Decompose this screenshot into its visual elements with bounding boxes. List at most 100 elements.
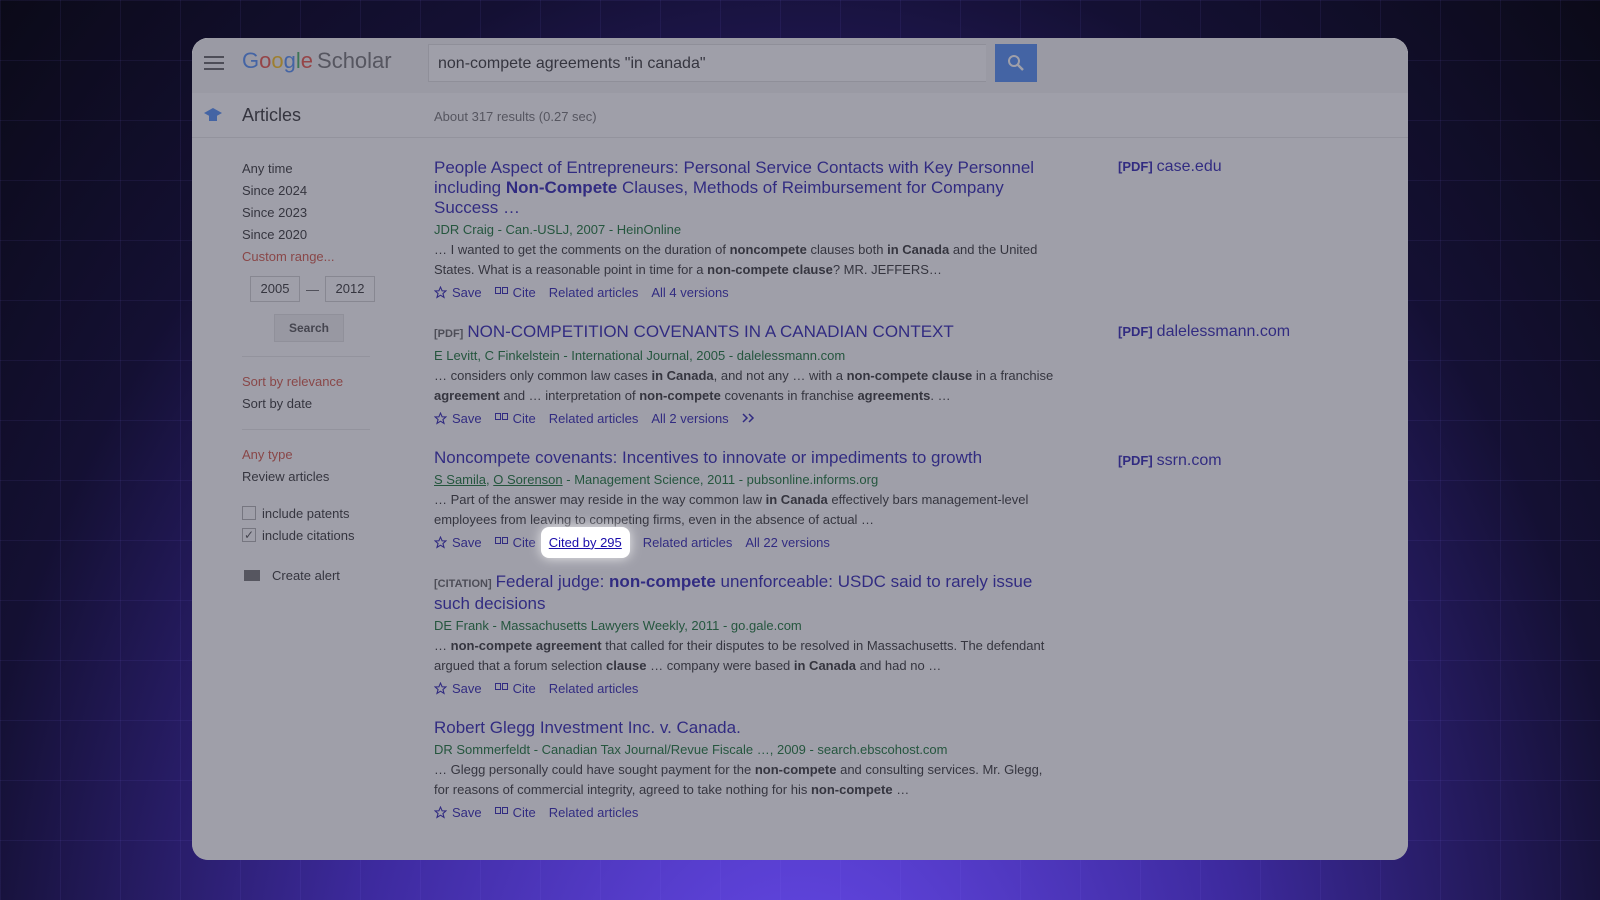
save-button[interactable]: Save	[434, 285, 482, 300]
cite-label: Cite	[512, 804, 536, 820]
sort-by-date[interactable]: Sort by date	[242, 393, 382, 415]
snippet-bold: non-compete	[639, 388, 721, 403]
year-from-input[interactable]: 2005	[250, 276, 300, 302]
side-pdf-link[interactable]: [PDF] case.edu	[1118, 158, 1222, 176]
hamburger-menu-icon[interactable]	[204, 52, 224, 72]
results-count: About 317 results (0.27 sec)	[434, 109, 597, 124]
result-snippet: … considers only common law cases in Can…	[434, 366, 1054, 406]
related-articles-link[interactable]: Related articles	[643, 535, 733, 550]
filter-since-2024[interactable]: Since 2024	[242, 180, 382, 202]
quote-icon	[494, 536, 508, 544]
result-title-link[interactable]: Noncompete covenants: Incentives to inno…	[434, 448, 1054, 468]
all-versions-link[interactable]: All 4 versions	[651, 285, 728, 300]
filter-review-articles[interactable]: Review articles	[242, 466, 382, 488]
quote-icon	[494, 286, 508, 294]
star-icon	[434, 411, 447, 425]
snippet-text: clauses both	[806, 242, 888, 257]
logo-letter: o	[259, 48, 272, 73]
snippet-text: … Glegg personally could have sought pay…	[434, 762, 755, 777]
cite-label: Cite	[512, 680, 536, 696]
checkbox-empty	[242, 506, 256, 520]
star-icon	[434, 805, 447, 819]
result-title-link[interactable]: People Aspect of Entrepreneurs: Personal…	[434, 158, 1054, 218]
save-label: Save	[452, 410, 482, 426]
filter-any-time[interactable]: Any time	[242, 158, 382, 180]
search-icon	[1008, 55, 1024, 71]
create-alert-label: Create alert	[272, 568, 340, 583]
result-item: [PDF] NON-COMPETITION COVENANTS IN A CANA…	[434, 322, 1054, 428]
include-citations-checkbox[interactable]: ✓ include citations	[242, 524, 382, 546]
cite-button[interactable]: Cite	[494, 535, 536, 550]
title-bold: Non-Compete	[505, 178, 618, 197]
snippet-text: …	[892, 782, 910, 797]
snippet-bold: non-compete	[754, 762, 837, 777]
filter-since-2023[interactable]: Since 2023	[242, 202, 382, 224]
filter-any-type[interactable]: Any type	[242, 444, 382, 466]
snippet-bold: in Canada	[765, 492, 828, 507]
result-actions: Save Cite Related articles All 2 version…	[434, 408, 1054, 428]
envelope-icon	[244, 570, 260, 581]
result-meta: DR Sommerfeldt - Canadian Tax Journal/Re…	[434, 742, 948, 757]
side-pdf-link[interactable]: [PDF] dalelessmann.com	[1118, 323, 1290, 341]
snippet-bold: non-compete	[810, 782, 893, 797]
include-patents-checkbox[interactable]: include patents	[242, 502, 382, 524]
related-articles-link[interactable]: Related articles	[549, 285, 639, 300]
result-title-link[interactable]: [PDF] NON-COMPETITION COVENANTS IN A CANA…	[434, 322, 1054, 344]
save-button[interactable]: Save	[434, 681, 482, 696]
browser-window: Google Scholar non-compete agreements "in…	[192, 38, 1408, 860]
sort-by-relevance[interactable]: Sort by relevance	[242, 371, 382, 393]
side-domain: case.edu	[1156, 158, 1222, 175]
cite-label: Cite	[512, 410, 536, 426]
search-button[interactable]	[995, 44, 1037, 82]
filter-since-2020[interactable]: Since 2020	[242, 224, 382, 246]
articles-label: Articles	[242, 105, 302, 125]
logo-letter: g	[283, 48, 296, 73]
result-title-link[interactable]: Robert Glegg Investment Inc. v. Canada.	[434, 718, 1054, 738]
quote-icon	[494, 412, 508, 420]
all-versions-link[interactable]: All 2 versions	[651, 411, 728, 426]
related-articles-link[interactable]: Related articles	[549, 681, 639, 696]
author-link[interactable]: O Sorenson	[493, 472, 562, 487]
year-to-input[interactable]: 2012	[325, 276, 375, 302]
cite-button[interactable]: Cite	[494, 804, 536, 820]
result-title-link[interactable]: [CITATION] Federal judge: non-compete une…	[434, 572, 1054, 614]
result-item: People Aspect of Entrepreneurs: Personal…	[434, 158, 1054, 302]
cited-by-link[interactable]: Cited by 295	[540, 526, 630, 558]
snippet-bold: non-compete clause	[707, 262, 833, 277]
result-actions: Save Cite Related articles All 4 version…	[434, 282, 1054, 302]
save-button[interactable]: Save	[434, 805, 482, 820]
snippet-bold: agreements	[857, 388, 931, 403]
author-link[interactable]: S Samila	[434, 472, 486, 487]
title-text: NON-COMPETITION COVENANTS IN A CANADIAN …	[467, 322, 954, 341]
title-text: Federal judge:	[495, 572, 610, 591]
related-articles-link[interactable]: Related articles	[549, 411, 639, 426]
save-button[interactable]: Save	[434, 535, 482, 550]
side-pdf-link[interactable]: [PDF] ssrn.com	[1118, 452, 1222, 470]
cite-button[interactable]: Cite	[494, 680, 536, 696]
all-versions-link[interactable]: All 22 versions	[745, 535, 830, 550]
quote-icon	[494, 682, 508, 690]
create-alert-link[interactable]: Create alert	[242, 568, 382, 583]
full-text-icon[interactable]	[742, 413, 761, 423]
result-snippet: … I wanted to get the comments on the du…	[434, 240, 1054, 280]
cite-button[interactable]: Cite	[494, 410, 536, 426]
filter-custom-range[interactable]: Custom range...	[242, 246, 382, 268]
snippet-text: covenants in franchise	[720, 388, 858, 403]
search-input[interactable]: non-compete agreements "in canada"	[428, 44, 986, 82]
save-label: Save	[452, 680, 482, 696]
snippet-text: , and not any … with a	[713, 368, 847, 383]
snippet-bold: non-compete agreement	[450, 638, 602, 653]
year-range: 2005 — 2012	[250, 276, 382, 302]
sidebar: Any time Since 2024 Since 2023 Since 202…	[242, 158, 382, 583]
save-label: Save	[452, 284, 482, 300]
snippet-text: in a franchise	[972, 368, 1054, 383]
save-button[interactable]: Save	[434, 411, 482, 426]
range-search-button[interactable]: Search	[274, 314, 344, 342]
snippet-bold: in Canada	[793, 658, 857, 673]
snippet-text: and … interpretation of	[499, 388, 640, 403]
google-scholar-logo[interactable]: Google Scholar	[242, 48, 392, 74]
related-articles-link[interactable]: Related articles	[549, 805, 639, 820]
cite-button[interactable]: Cite	[494, 285, 536, 300]
snippet-text: … Part of the answer may reside in the w…	[434, 492, 766, 507]
snippet-text: and had no …	[856, 658, 942, 673]
